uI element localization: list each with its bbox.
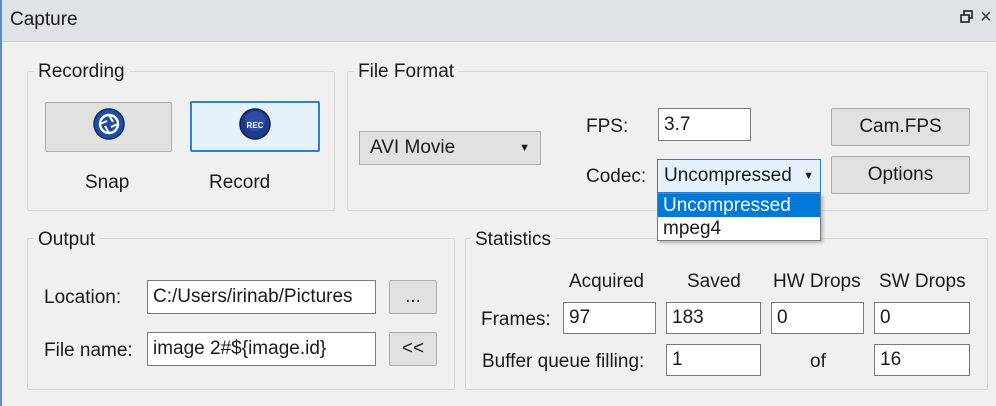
close-icon[interactable]: ×: [980, 6, 992, 29]
stats-header-sw-drops: SW Drops: [879, 271, 966, 292]
codec-select-value: Uncompressed: [664, 165, 792, 186]
stats-header-saved: Saved: [687, 271, 741, 292]
format-select-value: AVI Movie: [370, 137, 456, 158]
statistics-group-title: Statistics: [471, 229, 556, 251]
options-button[interactable]: Options: [831, 156, 970, 194]
camera-shutter-icon: [92, 107, 126, 147]
snap-button[interactable]: [45, 102, 172, 152]
window-title: Capture: [10, 9, 78, 30]
svg-text:REC: REC: [247, 121, 264, 130]
frames-hw-drops-field: 0: [771, 302, 864, 334]
codec-option-uncompressed[interactable]: Uncompressed: [658, 194, 820, 217]
frames-label: Frames:: [481, 309, 551, 330]
fps-input[interactable]: 3.7: [658, 108, 751, 141]
stats-header-acquired: Acquired: [569, 271, 644, 292]
buffer-queue-value: 1: [666, 344, 761, 376]
browse-button[interactable]: ...: [389, 280, 437, 314]
stats-header-hw-drops: HW Drops: [773, 271, 861, 292]
title-bar: Capture ×: [2, 0, 996, 42]
output-group-title: Output: [34, 229, 100, 251]
location-label: Location:: [44, 287, 122, 308]
record-label: Record: [209, 172, 271, 193]
buffer-queue-total: 16: [874, 344, 970, 376]
buffer-queue-label: Buffer queue filling:: [482, 351, 645, 372]
filename-label: File name:: [44, 340, 133, 361]
snap-label: Snap: [85, 172, 130, 193]
format-select[interactable]: AVI Movie ▼: [359, 131, 541, 165]
location-input[interactable]: C:/Users/irinab/Pictures: [147, 280, 376, 314]
output-group: [27, 238, 455, 390]
fps-label: FPS:: [586, 116, 629, 137]
frames-sw-drops-field: 0: [874, 302, 970, 334]
record-icon: REC: [238, 107, 272, 147]
codec-label: Codec:: [586, 166, 647, 187]
frames-saved-field: 183: [666, 302, 761, 334]
insert-variable-button[interactable]: <<: [389, 332, 437, 366]
file-format-group-title: File Format: [354, 61, 459, 83]
codec-option-mpeg4[interactable]: mpeg4: [658, 217, 820, 240]
chevron-down-icon: ▼: [803, 170, 814, 182]
codec-dropdown-list: Uncompressed mpeg4: [657, 193, 821, 241]
chevron-down-icon: ▼: [519, 142, 530, 154]
recording-group-title: Recording: [34, 61, 129, 83]
buffer-of-label: of: [810, 351, 826, 372]
frames-acquired-field: 97: [563, 302, 656, 334]
capture-window: Capture × Recording Snap REC Record File…: [0, 0, 996, 406]
record-button[interactable]: REC: [190, 101, 320, 152]
restore-icon[interactable]: [960, 10, 974, 28]
cam-fps-button[interactable]: Cam.FPS: [831, 108, 970, 146]
codec-select[interactable]: Uncompressed ▼: [657, 159, 821, 193]
filename-input[interactable]: image 2#${image.id}: [147, 332, 376, 366]
